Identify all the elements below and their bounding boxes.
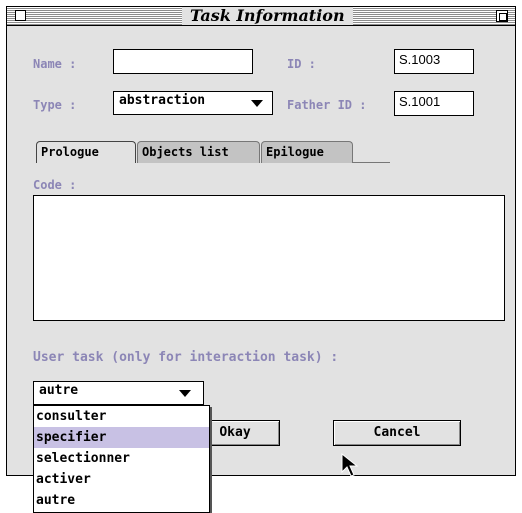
father-id-label: Father ID : (287, 98, 367, 112)
tab-objects-list[interactable]: Objects list (137, 141, 260, 163)
type-select-value: abstraction (119, 93, 206, 108)
zoom-box-icon[interactable] (496, 10, 508, 22)
close-box-icon[interactable] (15, 10, 26, 21)
type-select[interactable]: abstraction (113, 91, 273, 115)
menu-item-autre[interactable]: autre (34, 490, 209, 511)
father-id-field[interactable]: S.1001 (394, 91, 474, 116)
tab-divider (353, 162, 390, 163)
id-label: ID : (287, 57, 316, 71)
type-label: Type : (33, 98, 77, 112)
code-label: Code : (33, 178, 77, 192)
title-bar[interactable]: Task Information (7, 7, 515, 26)
code-textarea[interactable] (33, 195, 505, 321)
user-task-menu: consulter specifier selectionner activer… (33, 405, 210, 513)
menu-item-selectionner[interactable]: selectionner (34, 448, 209, 469)
tab-prologue[interactable]: Prologue (36, 141, 136, 163)
arrow-cursor-icon (341, 452, 359, 477)
id-field[interactable]: S.1003 (394, 49, 474, 74)
chevron-down-icon (179, 390, 191, 397)
user-task-select-value: autre (39, 383, 79, 398)
chevron-down-icon (251, 100, 263, 107)
menu-item-specifier[interactable]: specifier (34, 427, 209, 448)
tab-epilogue[interactable]: Epilogue (261, 141, 353, 163)
window-title: Task Information (182, 7, 353, 25)
user-task-select[interactable]: autre (33, 381, 204, 405)
name-field[interactable] (113, 49, 253, 74)
cancel-button[interactable]: Cancel (333, 420, 461, 446)
menu-item-activer[interactable]: activer (34, 469, 209, 490)
name-label: Name : (33, 57, 77, 71)
user-task-label: User task (only for interaction task) : (33, 350, 339, 365)
menu-item-consulter[interactable]: consulter (34, 406, 209, 427)
